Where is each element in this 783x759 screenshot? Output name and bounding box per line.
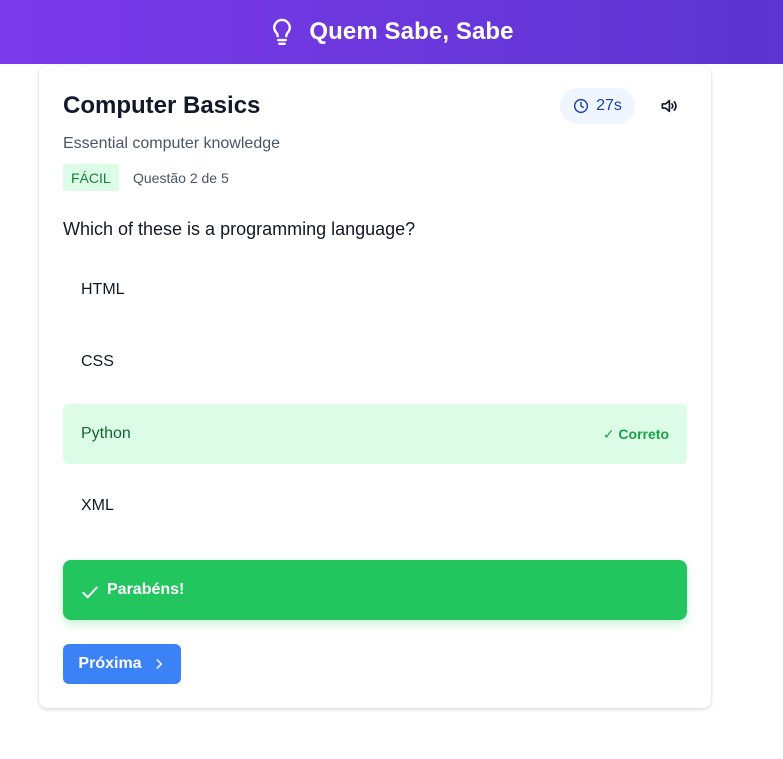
answer-option-label: HTML [81,281,125,298]
question-text: Which of these is a programming language… [63,219,416,239]
feedback-banner: Parabéns! [63,560,687,620]
app-title: Quem Sabe, Sabe [309,18,514,45]
volume-icon [661,99,677,113]
lightbulb-icon [273,18,292,45]
next-button-label: Próxima [78,655,142,672]
chevron-right-icon [156,659,162,669]
app-header: Quem Sabe, Sabe [0,0,783,64]
answer-option[interactable]: CSS [63,332,687,392]
answer-option-correct[interactable]: Python ✓ Correto [63,404,687,464]
answer-option[interactable]: HTML [63,260,687,320]
feedback-message: Parabéns! [107,581,185,598]
answer-option-label: XML [81,497,114,514]
timer-value: 27s [596,97,622,114]
quiz-card: Computer Basics 27s Essential computer k… [39,66,711,708]
clock-icon [574,98,589,114]
quiz-title: Computer Basics [63,92,261,119]
check-icon [82,586,98,599]
next-button[interactable]: Próxima [63,644,181,684]
brand: Quem Sabe, Sabe [269,17,514,47]
answer-option[interactable]: XML [63,476,687,536]
question-progress: Questão 2 de 5 [133,170,229,186]
timer-badge: 27s [560,88,635,124]
correct-indicator: ✓ Correto [602,425,669,442]
sound-toggle-button[interactable] [653,92,685,120]
answer-option-label: CSS [81,353,114,370]
answer-option-label: Python [81,425,131,442]
difficulty-badge: FÁCIL [63,164,119,191]
quiz-subtitle: Essential computer knowledge [63,135,281,152]
